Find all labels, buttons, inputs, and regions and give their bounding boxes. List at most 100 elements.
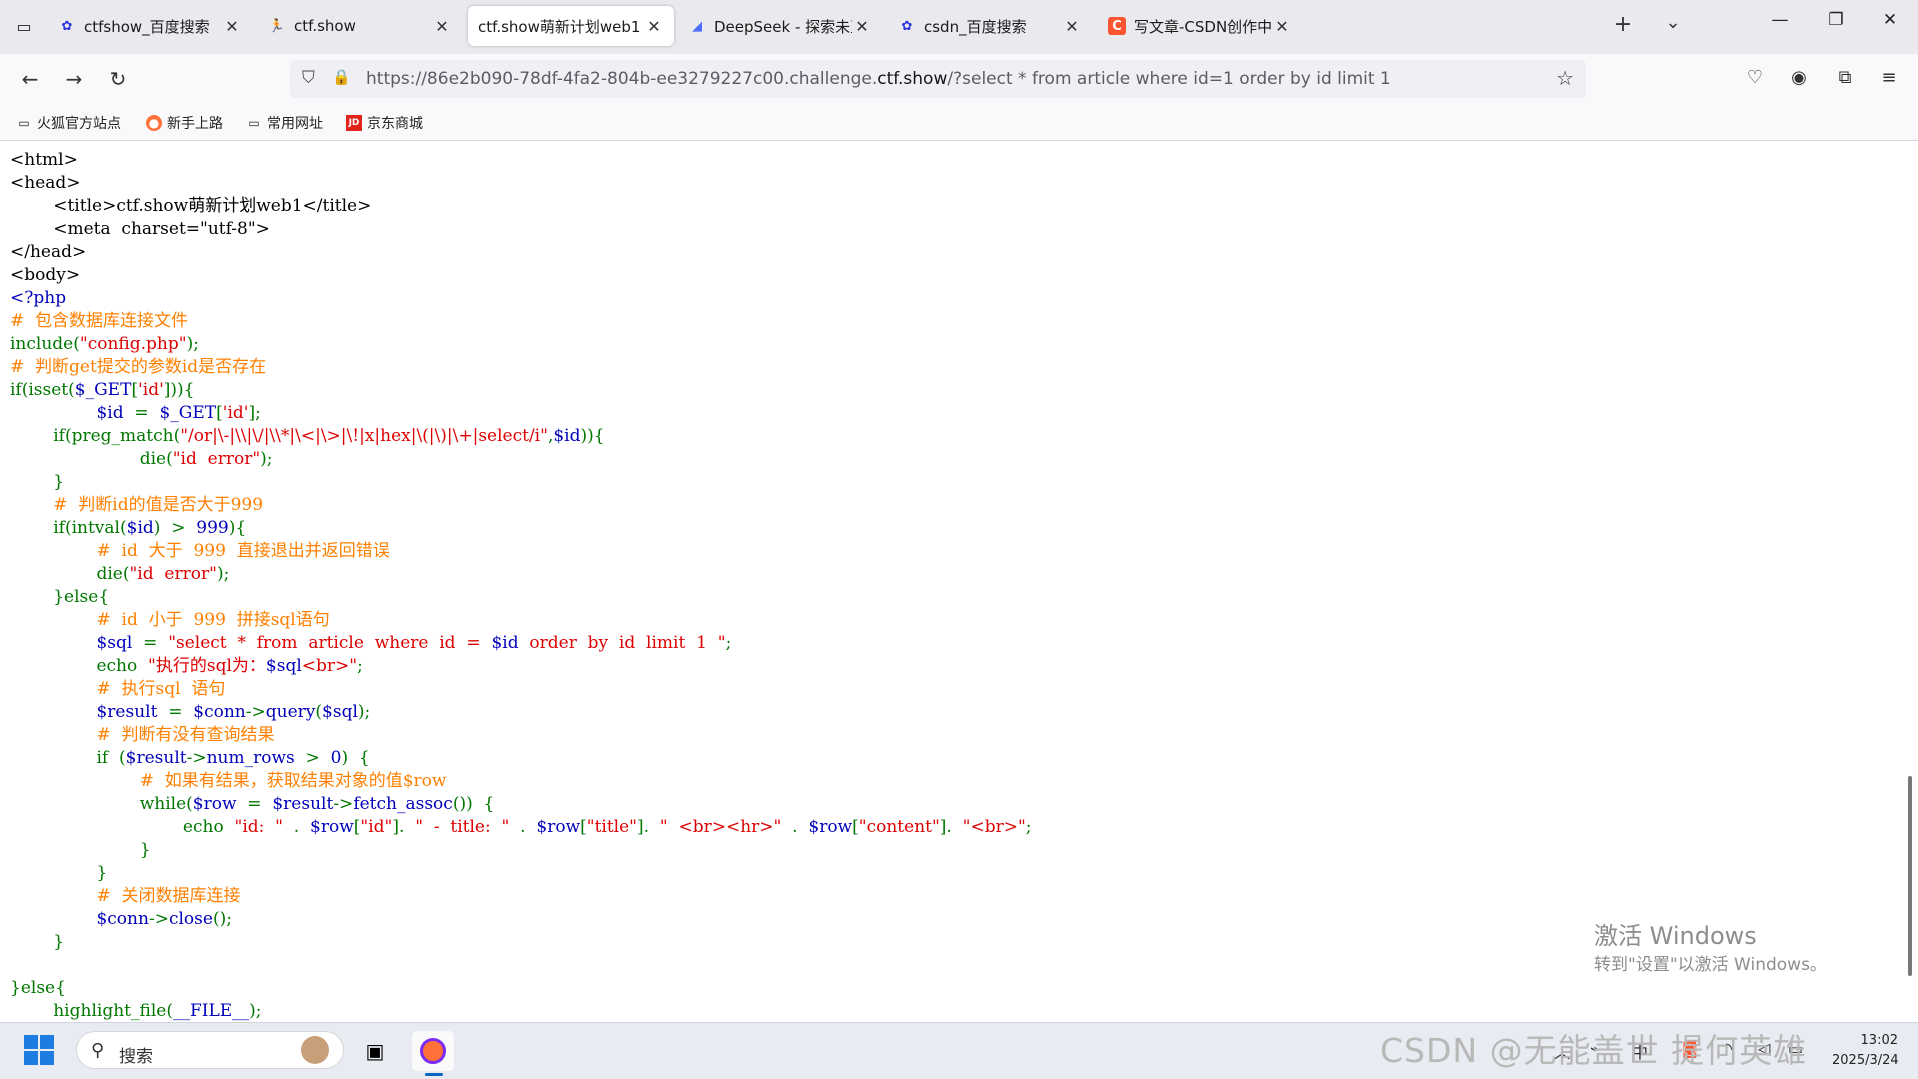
lock-icon[interactable]: 🔒 xyxy=(332,68,351,86)
code-line: <html> xyxy=(10,149,1032,172)
code-token: die( xyxy=(10,564,130,584)
code-token: = xyxy=(236,794,273,814)
reload-icon[interactable]: ↻ xyxy=(104,66,132,92)
code-token: "content" xyxy=(858,817,940,837)
baidu-paw-icon: ✿ xyxy=(61,18,73,34)
close-icon[interactable]: ✕ xyxy=(644,17,664,36)
search-icon: ⚲ xyxy=(91,1040,105,1061)
scrollbar-thumb[interactable] xyxy=(1908,776,1912,976)
new-tab-button[interactable]: + xyxy=(1610,12,1636,37)
ctfshow-runner-icon: 🏃 xyxy=(268,18,286,34)
scrollbar[interactable] xyxy=(1904,141,1918,1021)
tab-ctfshow-baidu[interactable]: ✿ ctfshow_百度搜索 ✕ xyxy=(48,6,252,46)
tab-title: ctf.show萌新计划web1 xyxy=(478,17,641,36)
forward-icon[interactable]: → xyxy=(60,66,88,92)
url-text[interactable]: https://86e2b090-78df-4fa2-804b-ee327922… xyxy=(366,69,1391,89)
code-token: if(preg_match( xyxy=(10,426,181,446)
tab-deepseek[interactable]: ◢ DeepSeek - 探索未至之境 ✕ xyxy=(678,6,882,46)
code-line: }else{ xyxy=(10,586,1032,609)
url-domain: ctf.show xyxy=(877,69,948,89)
code-token: # 包含数据库连接文件 xyxy=(10,311,189,331)
taskbar-search[interactable]: ⚲ 搜索 xyxy=(76,1031,344,1069)
firefox-icon: ● xyxy=(146,115,162,131)
code-line: $id = $_GET['id']; xyxy=(10,402,1032,425)
page-content: <html> <head> <title>ctf.show萌新计划web1</ti… xyxy=(0,141,1904,1021)
address-bar[interactable]: ⛉ 🔒 https://86e2b090-78df-4fa2-804b-ee32… xyxy=(290,60,1586,98)
code-line: # 判断id的值是否大于999 xyxy=(10,494,1032,517)
tab-title: ctf.show xyxy=(294,17,356,35)
code-token: </head> xyxy=(10,242,87,262)
tab-ctfshow-web1[interactable]: ctf.show萌新计划web1 ✕ xyxy=(468,6,674,46)
windows-start-icon[interactable] xyxy=(24,1035,54,1065)
code-token: )){ xyxy=(580,426,605,446)
bookmark-jd[interactable]: JD 京东商城 xyxy=(346,113,423,133)
tracking-shield-icon[interactable]: ⛉ xyxy=(302,68,315,88)
code-token: = xyxy=(123,403,160,423)
code-token: "执行的sql为： xyxy=(148,656,266,676)
close-icon[interactable]: ✕ xyxy=(222,17,242,36)
code-token: <meta charset="utf-8"> xyxy=(10,219,270,239)
tab-list-icon[interactable]: ▭ xyxy=(10,14,38,40)
close-icon[interactable]: ✕ xyxy=(432,17,452,36)
code-line: # 执行sql 语句 xyxy=(10,678,1032,701)
code-line: </head> xyxy=(10,241,1032,264)
menu-icon[interactable]: ≡ xyxy=(1876,67,1902,88)
window-close-icon[interactable]: ✕ xyxy=(1870,10,1910,30)
minimize-icon[interactable]: — xyxy=(1760,10,1800,30)
code-line: $sql = "select * from article where id =… xyxy=(10,632,1032,655)
extensions-icon[interactable]: ⧉ xyxy=(1832,67,1858,88)
close-icon[interactable]: ✕ xyxy=(1272,17,1292,36)
code-token: $result xyxy=(96,702,158,722)
code-token: "id error" xyxy=(172,449,261,469)
list-all-tabs-icon[interactable]: ⌄ xyxy=(1660,12,1686,33)
code-token: $sql xyxy=(322,702,358,722)
close-icon[interactable]: ✕ xyxy=(852,17,872,36)
bookmarks-bar: ▭ 火狐官方站点 ● 新手上路 ▭ 常用网址 JD 京东商城 xyxy=(0,104,1918,141)
code-token: ); xyxy=(260,449,273,469)
restore-icon[interactable]: ❐ xyxy=(1816,10,1856,30)
code-token: "config.php" xyxy=(79,334,187,354)
code-token: if(intval( xyxy=(10,518,127,538)
pocket-icon[interactable]: ♡ xyxy=(1742,67,1768,88)
code-token: }else{ xyxy=(10,587,110,607)
code-token: "id: " xyxy=(234,817,284,837)
code-line: } xyxy=(10,839,1032,862)
code-token: highlight_file( xyxy=(10,1001,173,1021)
task-view-icon[interactable]: ▣ xyxy=(354,1031,396,1071)
code-token: echo xyxy=(10,817,235,837)
active-app-indicator xyxy=(425,1073,443,1076)
code-token: ]. xyxy=(392,817,416,837)
code-token: } xyxy=(10,932,65,952)
close-icon[interactable]: ✕ xyxy=(1062,17,1082,36)
code-line: # 判断get提交的参数id是否存在 xyxy=(10,356,1032,379)
code-token: echo xyxy=(10,656,149,676)
tab-csdn-baidu[interactable]: ✿ csdn_百度搜索 ✕ xyxy=(888,6,1092,46)
code-line: die("id error"); xyxy=(10,563,1032,586)
firefox-taskbar-icon[interactable] xyxy=(412,1031,454,1071)
system-clock[interactable]: 13:02 2025/3/24 xyxy=(1832,1031,1899,1071)
code-token: while( xyxy=(10,794,193,814)
url-prefix: https://86e2b090-78df-4fa2-804b-ee327922… xyxy=(366,69,878,89)
code-line: # id 大于 999 直接退出并返回错误 xyxy=(10,540,1032,563)
bookmark-common-sites[interactable]: ▭ 常用网址 xyxy=(246,113,323,133)
code-token: > xyxy=(294,748,331,768)
bookmark-getting-started[interactable]: ● 新手上路 xyxy=(146,113,223,133)
bookmark-star-icon[interactable]: ☆ xyxy=(1556,66,1574,90)
tab-ctfshow[interactable]: 🏃 ctf.show ✕ xyxy=(258,6,462,46)
code-token: 'id' xyxy=(222,403,249,423)
code-token: ; xyxy=(725,633,732,653)
bookmark-firefox-official[interactable]: ▭ 火狐官方站点 xyxy=(16,113,121,133)
tab-csdn-write[interactable]: C 写文章-CSDN创作中心 ✕ xyxy=(1098,6,1302,46)
code-line: if(isset($_GET['id'])){ xyxy=(10,379,1032,402)
code-token: order by id limit 1 " xyxy=(518,633,726,653)
back-icon[interactable]: ← xyxy=(16,66,44,92)
bookmark-label: 常用网址 xyxy=(267,116,323,132)
search-highlight-icon xyxy=(301,1036,329,1064)
code-token: $row xyxy=(192,794,237,814)
code-token: fetch_assoc xyxy=(353,794,453,814)
tab-strip: ▭ ✿ ctfshow_百度搜索 ✕ 🏃 ctf.show ✕ ctf.show… xyxy=(0,0,1918,54)
code-token: # 判断get提交的参数id是否存在 xyxy=(10,357,267,377)
account-icon[interactable]: ◉ xyxy=(1786,67,1812,88)
code-line: die("id error"); xyxy=(10,448,1032,471)
code-line: if(preg_match("/or|\-|\\|\/|\\*|\<|\>|\!… xyxy=(10,425,1032,448)
